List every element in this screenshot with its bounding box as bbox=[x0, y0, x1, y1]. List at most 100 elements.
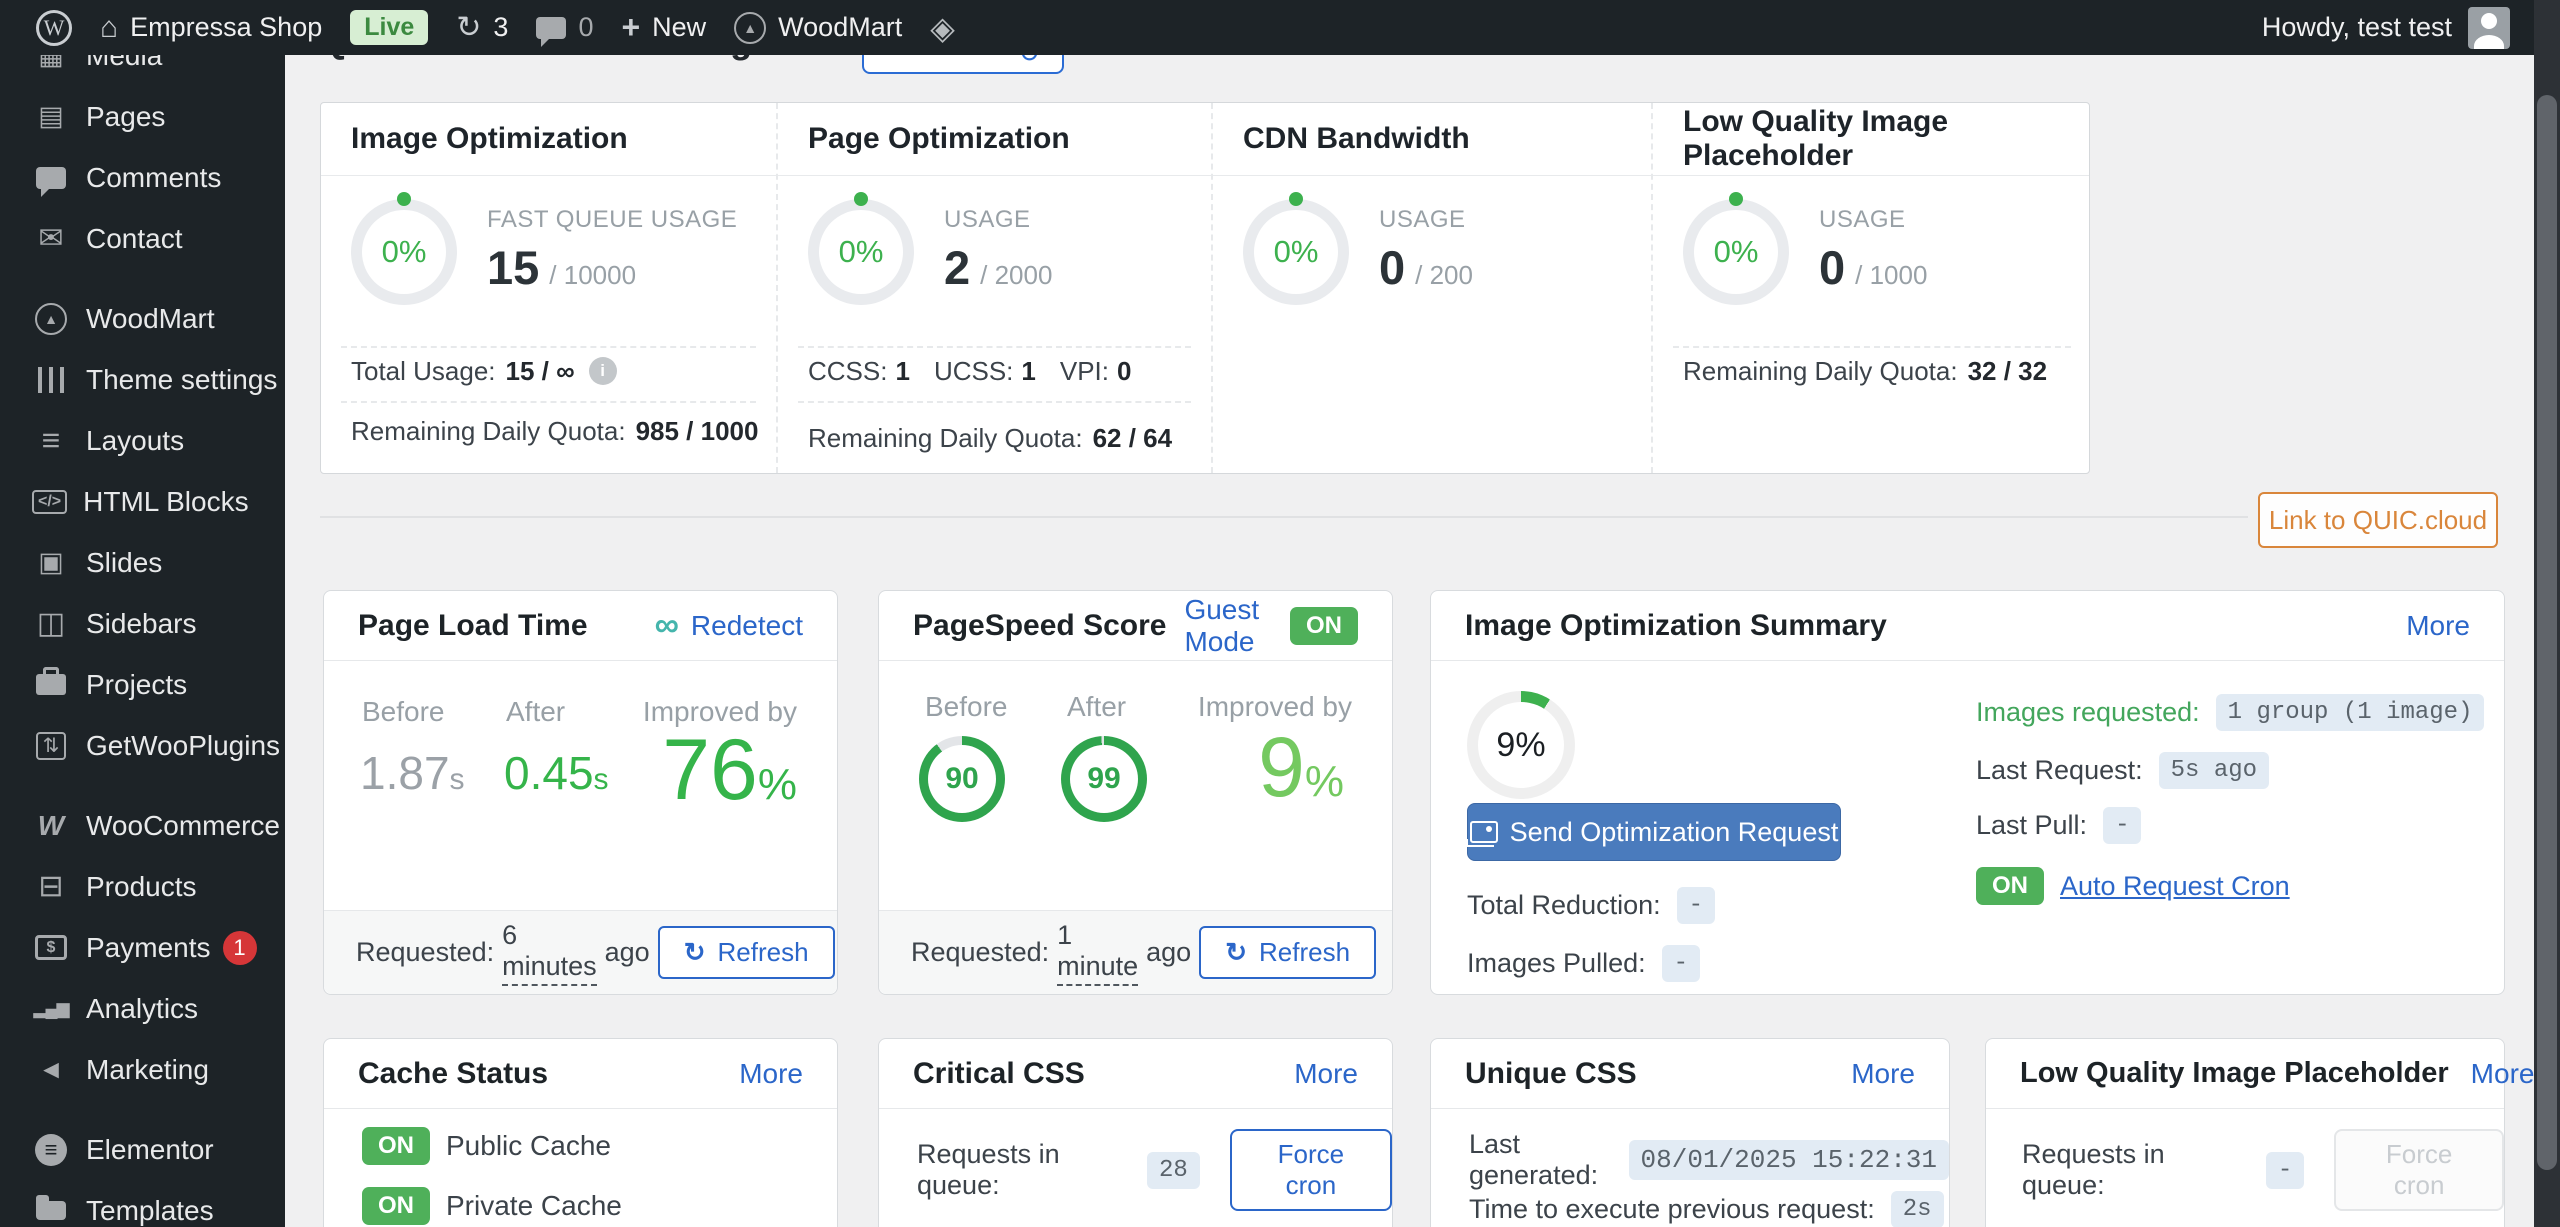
wordpress-icon bbox=[36, 10, 72, 46]
sidebar-item-html-blocks[interactable]: HTML Blocks bbox=[0, 471, 285, 532]
sidebar-item-templates[interactable]: Templates bbox=[0, 1180, 285, 1227]
more-link[interactable]: More bbox=[2406, 610, 2470, 642]
usage-card-cdn-bandwidth: CDN Bandwidth 0% USAGE 0/ 200 bbox=[1211, 103, 1651, 473]
usage-card-image-optimization: Image Optimization 0% FAST QUEUE USAGE 1… bbox=[321, 103, 776, 473]
cron-state-badge[interactable]: ON bbox=[1976, 867, 2044, 905]
card-title: Image Optimization Summary bbox=[1465, 609, 1887, 643]
last-generated-value: 08/01/2025 15:22:31 bbox=[1629, 1140, 1949, 1180]
live-badge: Live bbox=[336, 10, 442, 45]
sidebar-item-slides[interactable]: Slides bbox=[0, 532, 285, 593]
guest-mode-state-badge[interactable]: ON bbox=[1290, 607, 1358, 645]
more-link[interactable]: More bbox=[2471, 1058, 2535, 1090]
before-value: 1.87s bbox=[360, 746, 465, 800]
card-title: Low Quality Image Placeholder bbox=[2020, 1057, 2449, 1090]
info-icon[interactable] bbox=[589, 357, 617, 385]
sidebars-icon bbox=[28, 606, 74, 641]
guest-mode-link[interactable]: Guest Mode bbox=[1184, 594, 1272, 658]
account-menu[interactable]: Howdy, test test bbox=[2262, 7, 2514, 49]
sidebar-item-marketing[interactable]: Marketing bbox=[0, 1039, 285, 1100]
last-pull-row: Last Pull:- bbox=[1976, 807, 2141, 844]
sidebar-item-theme-settings[interactable]: Theme settings bbox=[0, 349, 285, 410]
private-cache-state: ON bbox=[362, 1187, 430, 1225]
usage-used: 15 bbox=[487, 240, 539, 295]
refresh-button[interactable]: Refresh bbox=[658, 926, 835, 979]
avatar bbox=[2468, 7, 2510, 49]
sidebar-item-sidebars[interactable]: Sidebars bbox=[0, 593, 285, 654]
auto-request-cron-link[interactable]: Auto Request Cron bbox=[2060, 871, 2290, 902]
last-request-value: 5s ago bbox=[2159, 752, 2269, 789]
usage-used: 0 bbox=[1819, 240, 1845, 295]
link-icon bbox=[655, 606, 679, 645]
optimization-percent-ring: 9% bbox=[1467, 691, 1575, 799]
woodmart-menu[interactable]: WoodMart bbox=[720, 12, 916, 44]
scrollbar-track[interactable] bbox=[2534, 0, 2560, 1227]
after-score-ring: 99 bbox=[1061, 736, 1147, 822]
sidebar-item-projects[interactable]: Projects bbox=[0, 654, 285, 715]
comment-bubble-icon bbox=[536, 17, 566, 39]
sidebar-item-woocommerce[interactable]: WooCommerce bbox=[0, 795, 285, 856]
woocommerce-icon bbox=[28, 810, 74, 842]
images-requested-value: 1 group (1 image) bbox=[2216, 694, 2485, 731]
link-to-quiccloud-button[interactable]: Link to QUIC.cloud bbox=[2258, 492, 2498, 548]
usage-label: USAGE bbox=[944, 206, 1052, 234]
card-title: Cache Status bbox=[358, 1057, 548, 1091]
refresh-button[interactable]: Refresh bbox=[1199, 926, 1376, 979]
sidebar-item-layouts[interactable]: Layouts bbox=[0, 410, 285, 471]
home-icon bbox=[100, 11, 118, 45]
sidebar-item-getwooplugins[interactable]: GetWooPlugins bbox=[0, 715, 285, 776]
force-cron-button-disabled: Force cron bbox=[2334, 1129, 2504, 1211]
usage-quota: / 2000 bbox=[980, 260, 1052, 291]
usage-used: 2 bbox=[944, 240, 970, 295]
sidebar-item-elementor[interactable]: Elementor bbox=[0, 1119, 285, 1180]
requested-time[interactable]: 6 minutes bbox=[502, 920, 597, 986]
folder-icon bbox=[28, 1201, 74, 1220]
more-link[interactable]: More bbox=[1851, 1058, 1915, 1090]
after-label: After bbox=[506, 696, 565, 728]
redetect-link[interactable]: Redetect bbox=[655, 606, 803, 645]
sidebar-item-analytics[interactable]: Analytics bbox=[0, 978, 285, 1039]
more-link[interactable]: More bbox=[739, 1058, 803, 1090]
before-score-ring: 90 bbox=[919, 736, 1005, 822]
before-label: Before bbox=[925, 691, 1008, 723]
card-title: Page Load Time bbox=[358, 609, 588, 643]
sidebar-item-pages[interactable]: Pages bbox=[0, 86, 285, 147]
card-footer: Requested: 1 minute ago Refresh bbox=[879, 910, 1392, 994]
slides-icon bbox=[28, 547, 74, 578]
requests-in-queue-row: Requests in queue: - Force cron bbox=[2022, 1129, 2504, 1211]
usage-quota: / 10000 bbox=[549, 260, 636, 291]
usage-label: USAGE bbox=[1819, 206, 1927, 234]
sidebar-item-woodmart[interactable]: WoodMart bbox=[0, 288, 285, 349]
sidebar-item-payments[interactable]: Payments1 bbox=[0, 917, 285, 978]
exec-time-value: 2s bbox=[1891, 1191, 1944, 1227]
usage-card-title: Image Optimization bbox=[351, 103, 766, 175]
card-title: Unique CSS bbox=[1465, 1057, 1637, 1091]
scrollbar-thumb[interactable] bbox=[2537, 95, 2557, 1170]
images-pulled-row: Images Pulled:- bbox=[1467, 945, 1700, 982]
force-cron-button[interactable]: Force cron bbox=[1230, 1129, 1392, 1211]
sidebar-item-products[interactable]: Products bbox=[0, 856, 285, 917]
last-request-row: Last Request:5s ago bbox=[1976, 752, 2269, 789]
usage-card-lqip: Low Quality Image Placeholder 0% USAGE 0… bbox=[1651, 103, 2091, 473]
page-load-time-card: Page Load Time Redetect Before After Imp… bbox=[323, 590, 838, 995]
site-name-menu[interactable]: Empressa Shop bbox=[86, 11, 336, 45]
comments-menu[interactable]: 0 bbox=[522, 12, 607, 43]
queue-count: 28 bbox=[1147, 1152, 1200, 1189]
pages-icon bbox=[28, 101, 74, 132]
comments-icon bbox=[28, 167, 74, 189]
briefcase-icon bbox=[28, 674, 74, 695]
new-content-menu[interactable]: New bbox=[607, 9, 720, 46]
slides-menu[interactable] bbox=[916, 9, 969, 47]
auto-request-cron-row: ON Auto Request Cron bbox=[1976, 867, 2290, 905]
wordpress-logo-menu[interactable] bbox=[22, 10, 86, 46]
pagespeed-score-card: PageSpeed Score Guest Mode ON Before Aft… bbox=[878, 590, 1393, 995]
sidebar-item-comments[interactable]: Comments bbox=[0, 147, 285, 208]
updates-menu[interactable]: 3 bbox=[442, 10, 522, 45]
unique-css-card: Unique CSS More Last generated: 08/01/20… bbox=[1430, 1038, 1950, 1227]
usage-card-title: Page Optimization bbox=[808, 103, 1201, 175]
sidebar-item-contact[interactable]: Contact bbox=[0, 208, 285, 269]
private-cache-row: ONPrivate Cache bbox=[362, 1187, 622, 1225]
plugin-box-icon bbox=[28, 732, 74, 760]
send-optimization-request-button[interactable]: Send Optimization Request bbox=[1467, 803, 1841, 861]
more-link[interactable]: More bbox=[1294, 1058, 1358, 1090]
requested-time[interactable]: 1 minute bbox=[1057, 920, 1138, 986]
